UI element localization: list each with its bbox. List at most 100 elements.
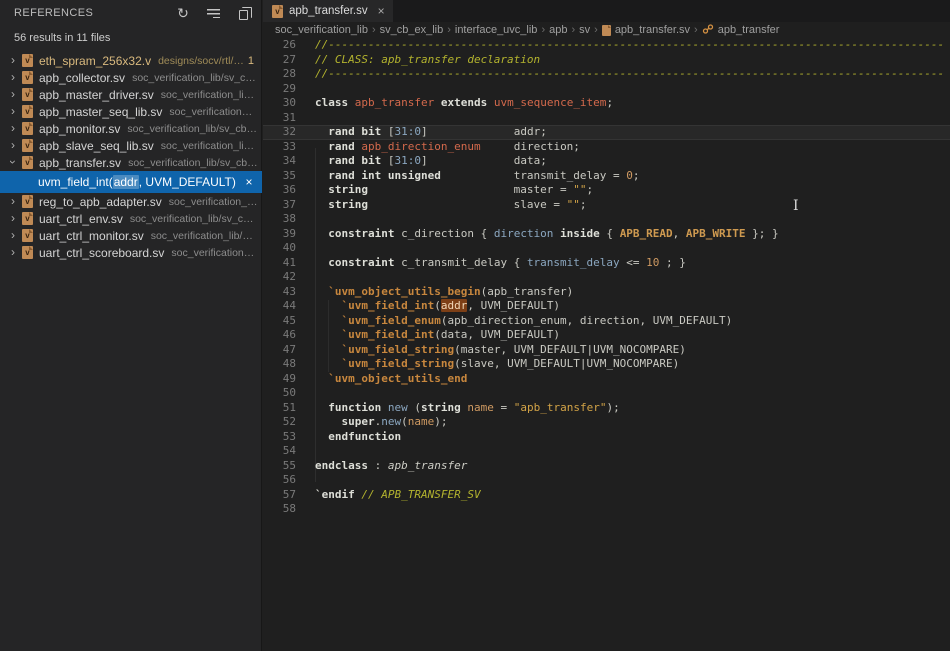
file-result-row[interactable]: ›apb_collector.svsoc_verification_lib/sv… [0,69,262,86]
code-line-39[interactable]: 39 constraint c_direction { direction in… [263,227,950,242]
chevron-collapsed-icon[interactable]: › [6,87,20,101]
line-number: 37 [263,198,296,213]
verilog-file-icon [22,156,33,169]
code-line-38[interactable]: 38 [263,212,950,227]
line-text: `uvm_field_enum(apb_direction_enum, dire… [296,314,732,329]
verilog-file-icon [602,25,611,36]
code-line-36[interactable]: 36 string master = ""; [263,183,950,198]
file-result-row[interactable]: › uart_ctrl_env.sv soc_verification_lib/sv… [0,210,262,227]
verilog-file-icon [22,54,33,67]
line-text [296,473,315,488]
chevron-collapsed-icon[interactable]: › [6,245,20,259]
code-line-52[interactable]: 52 super.new(name); [263,415,950,430]
breadcrumb-item[interactable]: interface_uvc_lib [455,24,538,36]
code-line-27[interactable]: 27// CLASS: apb_transfer declaration [263,53,950,68]
file-result-row[interactable]: ›uart_ctrl_monitor.svsoc_verification_li… [0,227,262,244]
code-line-53[interactable]: 53 endfunction [263,430,950,445]
panel-title: REFERENCES [14,7,175,19]
verilog-file-icon [22,246,33,259]
code-line-28[interactable]: 28//------------------------------------… [263,67,950,82]
breadcrumb-item[interactable]: apb_transfer [702,23,780,38]
code-line-50[interactable]: 50 [263,386,950,401]
chevron-collapsed-icon[interactable]: › [6,104,20,118]
breadcrumb-item[interactable]: apb_transfer.sv [602,24,690,36]
breadcrumb-label: interface_uvc_lib [455,24,538,36]
refresh-icon[interactable]: ↻ [175,5,191,21]
code-line-34[interactable]: 34 rand bit [31:0] data; [263,154,950,169]
code-line-44[interactable]: 44 `uvm_field_int(addr, UVM_DEFAULT) [263,299,950,314]
file-name: eth_spram_256x32.v [39,54,151,68]
code-line-51[interactable]: 51 function new (string name = "apb_tran… [263,401,950,416]
code-line-45[interactable]: 45 `uvm_field_enum(apb_direction_enum, d… [263,314,950,329]
line-number: 49 [263,372,296,387]
line-number: 44 [263,299,296,314]
code-line-29[interactable]: 29 [263,82,950,97]
code-line-35[interactable]: 35 rand int unsigned transmit_delay = 0; [263,169,950,184]
file-result-row[interactable]: ›reg_to_apb_adapter.svsoc_verification_l… [0,193,262,210]
file-result-row[interactable]: ›apb_monitor.svsoc_verification_lib/sv_c… [0,120,262,137]
chevron-collapsed-icon[interactable]: › [6,138,20,152]
file-result-row[interactable]: ›uart_ctrl_scoreboard.svsoc_verification… [0,244,262,261]
line-text [296,82,315,97]
code-line-55[interactable]: 55endclass : apb_transfer [263,459,950,474]
code-line-58[interactable]: 58 [263,502,950,517]
line-number: 31 [263,111,296,126]
reference-match-row[interactable]: uvm_field_int(addr, UVM_DEFAULT)× [0,171,262,193]
file-result-row[interactable]: ›apb_master_driver.svsoc_verification_li… [0,86,262,103]
file-result-row[interactable]: ›apb_slave_seq_lib.svsoc_verification_li… [0,137,262,154]
chevron-collapsed-icon[interactable]: › [6,53,20,67]
chevron-collapsed-icon[interactable]: › [6,121,20,135]
chevron-collapsed-icon[interactable]: › [6,228,20,242]
code-line-48[interactable]: 48 `uvm_field_string(slave, UVM_DEFAULT|… [263,357,950,372]
chevron-collapsed-icon[interactable]: › [6,70,20,84]
file-path: soc_verification_lib/sv... [171,247,258,259]
code-line-33[interactable]: 33 rand apb_direction_enum direction; [263,140,950,155]
code-editor[interactable]: 26//------------------------------------… [263,38,950,651]
code-line-30[interactable]: 30class apb_transfer extends uvm_sequenc… [263,96,950,111]
file-path: soc_verification_lib/sv_cb_ex_li... [130,213,258,225]
breadcrumb-item[interactable]: sv [579,24,590,36]
chevron-collapsed-icon[interactable]: › [6,194,20,208]
file-path: designs/socv/rtl/rtl_lpw... [158,55,244,67]
chevron-expanded-icon[interactable]: › [6,155,20,169]
code-line-47[interactable]: 47 `uvm_field_string(master, UVM_DEFAULT… [263,343,950,358]
breadcrumb-item[interactable]: apb [549,24,567,36]
code-line-42[interactable]: 42 [263,270,950,285]
code-line-37[interactable]: 37 string slave = ""; [263,198,950,213]
line-number: 53 [263,430,296,445]
breadcrumb-separator-icon: › [594,24,598,36]
code-line-32[interactable]: 32 rand bit [31:0] addr; [263,125,950,140]
code-line-54[interactable]: 54 [263,444,950,459]
breadcrumb-item[interactable]: soc_verification_lib [275,24,368,36]
breadcrumb-label: sv [579,24,590,36]
copy-all-icon[interactable] [235,5,251,21]
code-line-57[interactable]: 57`endif // APB_TRANSFER_SV [263,488,950,503]
file-path: soc_verification_lib/sv_... [169,106,258,118]
breadcrumb-item[interactable]: sv_cb_ex_lib [380,24,444,36]
tab-bar: apb_transfer.sv × [263,0,950,22]
collapse-all-icon[interactable] [205,5,221,21]
verilog-file-icon [22,105,33,118]
line-number: 41 [263,256,296,271]
code-line-40[interactable]: 40 [263,241,950,256]
line-number: 56 [263,473,296,488]
code-line-41[interactable]: 41 constraint c_transmit_delay { transmi… [263,256,950,271]
file-name: uart_ctrl_env.sv [39,212,123,226]
tab-apb-transfer[interactable]: apb_transfer.sv × [263,0,393,22]
code-line-26[interactable]: 26//------------------------------------… [263,38,950,53]
file-result-row[interactable]: ›apb_transfer.svsoc_verification_lib/sv_… [0,154,262,171]
code-line-43[interactable]: 43 `uvm_object_utils_begin(apb_transfer) [263,285,950,300]
code-line-31[interactable]: 31 [263,111,950,126]
code-line-49[interactable]: 49 `uvm_object_utils_end [263,372,950,387]
chevron-collapsed-icon[interactable]: › [6,211,20,225]
file-result-row[interactable]: ›apb_master_seq_lib.svsoc_verification_l… [0,103,262,120]
line-number: 26 [263,38,296,53]
code-line-46[interactable]: 46 `uvm_field_int(data, UVM_DEFAULT) [263,328,950,343]
file-result-row[interactable]: › eth_spram_256x32.v designs/socv/rtl/rtl_… [0,52,262,69]
code-line-56[interactable]: 56 [263,473,950,488]
dismiss-match-icon[interactable]: × [240,175,258,189]
line-number: 54 [263,444,296,459]
tab-close-icon[interactable]: × [378,4,385,18]
line-number: 27 [263,53,296,68]
verilog-file-icon [22,139,33,152]
